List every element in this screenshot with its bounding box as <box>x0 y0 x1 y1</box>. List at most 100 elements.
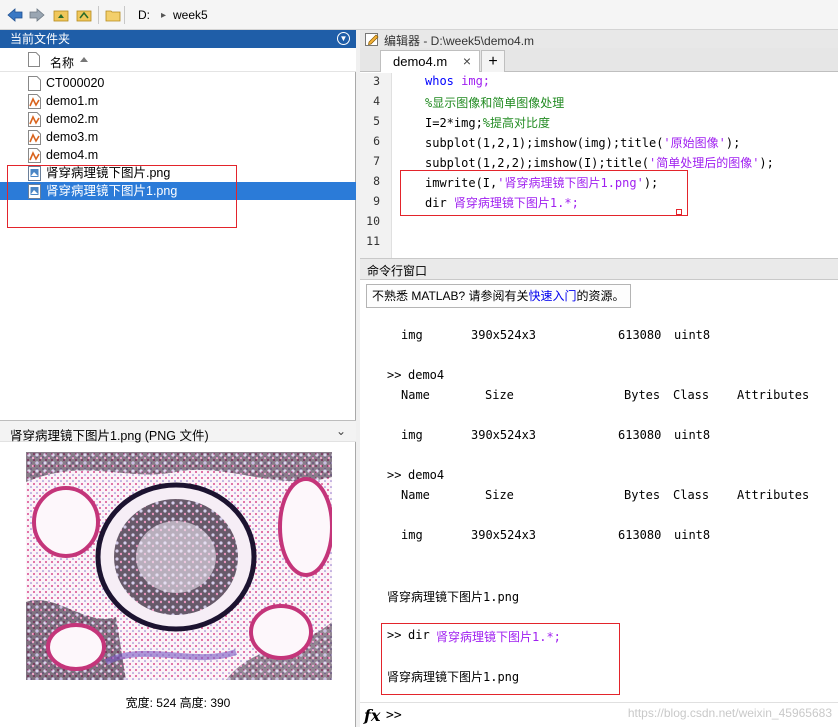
command-window-header: 命令行窗口 <box>360 258 838 280</box>
address-toolbar: D: ▸ week5 <box>0 0 838 30</box>
file-name: demo3.m <box>46 130 99 144</box>
histology-image-preview <box>26 452 332 680</box>
file-list-item[interactable]: 肾穿病理镜下图片1.png <box>0 182 356 200</box>
code-line-6: subplot(1,2,1);imshow(img);title('原始图像')… <box>425 136 741 150</box>
m-file-icon <box>28 148 41 163</box>
file-list-column-header[interactable]: 名称 <box>0 48 356 72</box>
var-class: uint8 <box>674 528 711 542</box>
var-class: uint8 <box>674 428 711 442</box>
add-tab-button[interactable]: + <box>481 50 505 72</box>
editor-title: 编辑器 - D:\week5\demo4.m <box>384 34 535 48</box>
tab-demo4[interactable]: demo4.m × <box>380 50 480 72</box>
forward-arrow-icon[interactable] <box>28 7 46 23</box>
file-name: CT000020 <box>46 76 105 90</box>
file-list-item[interactable]: 肾穿病理镜下图片.png <box>0 164 356 182</box>
getting-started-link[interactable]: 快速入门 <box>528 289 576 303</box>
line-number: 11 <box>366 234 380 248</box>
prompt: >> <box>387 468 402 482</box>
back-arrow-icon[interactable] <box>6 7 24 23</box>
close-tab-icon[interactable]: × <box>463 53 471 69</box>
file-list-item[interactable]: CT000020 <box>0 74 356 92</box>
header-class: Class <box>673 388 710 402</box>
header-size: Size <box>485 388 514 402</box>
var-size: 390x524x3 <box>471 328 537 342</box>
file-list-item[interactable]: demo1.m <box>0 92 356 110</box>
column-name-label: 名称 <box>50 56 75 70</box>
header-attributes: Attributes <box>737 388 810 402</box>
browse-folder-icon[interactable] <box>75 7 93 23</box>
header-bytes: Bytes <box>624 388 661 402</box>
dir-argument: 肾穿病理镜下图片1.*; <box>436 630 561 644</box>
prompt: >> <box>387 628 402 642</box>
dir-command: dir <box>408 628 430 642</box>
watermark: https://blog.csdn.net/weixin_45965683 <box>627 706 832 720</box>
breadcrumb-drive[interactable]: D: <box>138 8 150 22</box>
file-name: 肾穿病理镜下图片1.png <box>46 184 178 198</box>
var-name: img <box>401 328 423 342</box>
header-attributes: Attributes <box>737 488 810 502</box>
png-file-icon <box>28 184 41 199</box>
file-list-item[interactable]: demo2.m <box>0 110 356 128</box>
command-text: demo4 <box>408 468 445 482</box>
var-class: uint8 <box>674 328 711 342</box>
var-name: img <box>401 428 423 442</box>
preview-header: 肾穿病理镜下图片1.png (PNG 文件) ⌄ <box>0 420 356 443</box>
code-line-7: subplot(1,2,2);imshow(I);title('简单处理后的图像… <box>425 156 774 170</box>
current-folder-panel: 当前文件夹 ▼ 名称 CT000020 demo1.m demo2.m demo3.m… <box>0 30 356 727</box>
var-size: 390x524x3 <box>471 528 537 542</box>
file-name: 肾穿病理镜下图片.png <box>46 166 171 180</box>
code-line-4: %显示图像和简单图像处理 <box>425 96 565 110</box>
header-name: Name <box>401 488 430 502</box>
m-file-icon <box>28 112 41 127</box>
breadcrumb-folder[interactable]: week5 <box>173 8 208 22</box>
m-file-icon <box>28 130 41 145</box>
getting-started-notice: 不熟悉 MATLAB? 请参阅有关快速入门的资源。 <box>366 284 631 308</box>
dir-output-file: 肾穿病理镜下图片1.png <box>387 590 520 604</box>
line-number: 8 <box>373 174 380 188</box>
var-bytes: 613080 <box>618 328 662 342</box>
collapse-chevron-icon[interactable]: ⌄ <box>336 424 346 438</box>
var-size: 390x524x3 <box>471 428 537 442</box>
command-prompt[interactable]: >> <box>386 708 402 723</box>
preview-title: 肾穿病理镜下图片1.png (PNG 文件) <box>10 429 209 443</box>
line-number: 7 <box>373 154 380 168</box>
var-name: img <box>401 528 423 542</box>
command-window: 命令行窗口 不熟悉 MATLAB? 请参阅有关快速入门的资源。 img 390x… <box>360 258 838 727</box>
editor-pencil-icon <box>365 33 379 46</box>
file-list-item[interactable]: demo4.m <box>0 146 356 164</box>
dir-output-file: 肾穿病理镜下图片1.png <box>387 670 520 684</box>
column-file-icon <box>28 52 40 67</box>
folder-icon <box>104 7 122 23</box>
line-number: 10 <box>366 214 380 228</box>
header-bytes: Bytes <box>624 488 661 502</box>
code-line-8: imwrite(I,'肾穿病理镜下图片1.png'); <box>425 176 659 190</box>
line-number: 4 <box>373 94 380 108</box>
image-dimensions: 宽度: 524 高度: 390 <box>125 696 231 710</box>
editor-title-bar: 编辑器 - D:\week5\demo4.m <box>360 30 838 48</box>
function-browser-icon[interactable]: fx <box>364 706 380 725</box>
code-line-9: dir 肾穿病理镜下图片1.*; <box>425 196 579 210</box>
current-folder-title: 当前文件夹 <box>10 32 71 46</box>
line-number-gutter: 3 4 5 6 7 8 9 10 11 <box>360 73 392 258</box>
line-number: 6 <box>373 134 380 148</box>
png-file-icon <box>28 166 41 181</box>
editor-panel: 编辑器 - D:\week5\demo4.m demo4.m × + 3 4 5 6 7… <box>360 30 838 258</box>
header-name: Name <box>401 388 430 402</box>
blank-file-icon <box>28 76 41 91</box>
up-folder-icon[interactable] <box>52 7 70 23</box>
file-name: demo1.m <box>46 94 99 108</box>
command-window-title: 命令行窗口 <box>367 264 428 278</box>
header-size: Size <box>485 488 514 502</box>
code-line-3: whos img; <box>425 74 491 88</box>
file-name: demo4.m <box>46 148 99 162</box>
sort-ascending-icon <box>80 57 88 62</box>
command-text: demo4 <box>408 368 445 382</box>
m-file-icon <box>28 94 41 109</box>
panel-menu-icon[interactable]: ▼ <box>337 32 350 45</box>
breadcrumb-separator-icon: ▸ <box>161 10 167 21</box>
prompt: >> <box>387 368 402 382</box>
line-number: 3 <box>373 74 380 88</box>
line-number: 9 <box>373 194 380 208</box>
current-folder-header: 当前文件夹 ▼ <box>0 30 356 48</box>
file-list-item[interactable]: demo3.m <box>0 128 356 146</box>
